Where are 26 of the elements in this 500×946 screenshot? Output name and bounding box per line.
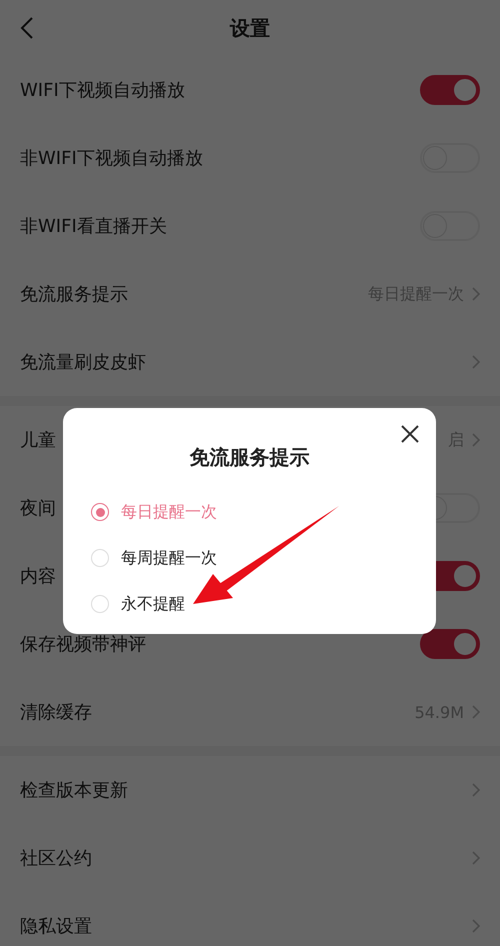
radio-option[interactable]: 每周提醒一次	[91, 544, 217, 572]
chevron-icon	[472, 705, 480, 719]
page-title: 设置	[230, 14, 270, 42]
chevron-icon	[472, 433, 480, 447]
setting-label: 社区公约	[20, 847, 92, 870]
chevron-icon	[472, 783, 480, 797]
setting-label: WIFI下视频自动播放	[20, 79, 185, 102]
setting-label: 免流服务提示	[20, 283, 128, 306]
setting-label: 隐私设置	[20, 915, 92, 938]
setting-label: 保存视频带神评	[20, 633, 146, 656]
dialog-title: 免流服务提示	[190, 444, 310, 471]
setting-label: 夜间	[20, 497, 56, 520]
setting-label: 清除缓存	[20, 701, 92, 724]
chevron-icon	[472, 355, 480, 369]
chevron-icon	[472, 851, 480, 865]
toggle-switch[interactable]	[420, 629, 480, 659]
setting-label: 儿童	[20, 429, 56, 452]
toggle-switch[interactable]	[420, 75, 480, 105]
chevron-icon	[472, 919, 480, 933]
setting-label: 免流量刷皮皮虾	[20, 351, 146, 374]
setting-label: 非WIFI下视频自动播放	[20, 147, 203, 170]
setting-label: 内容	[20, 565, 56, 588]
close-icon[interactable]	[400, 424, 420, 444]
setting-label: 检查版本更新	[20, 779, 128, 802]
chevron-icon	[472, 287, 480, 301]
setting-label: 非WIFI看直播开关	[20, 215, 167, 238]
